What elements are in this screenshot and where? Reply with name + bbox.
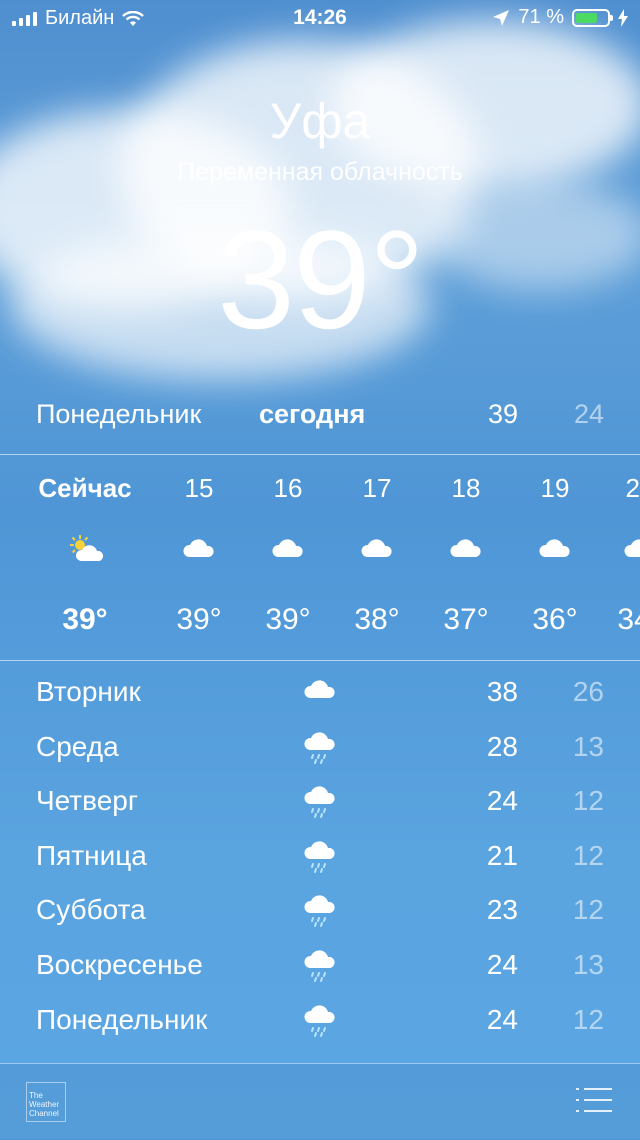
hourly-temperature: 39°: [62, 603, 108, 636]
hourly-temperature: 38°: [354, 603, 400, 636]
list-icon[interactable]: [576, 1086, 612, 1114]
day-high: 38: [486, 676, 518, 707]
day-low: 26: [572, 676, 604, 707]
cloud-icon: [180, 533, 218, 563]
hourly-time: 17: [362, 473, 392, 503]
day-low: 13: [572, 730, 604, 762]
day-name: Вторник: [36, 676, 141, 707]
day-name: Пятница: [36, 839, 147, 871]
location-arrow-icon: [493, 9, 510, 26]
hourly-forecast[interactable]: Сейчас39°1539°1639°1738°1837°1936°2034°: [0, 455, 640, 661]
weather-condition: Переменная облачность: [177, 158, 463, 186]
day-high: 23: [486, 894, 518, 926]
day-low: 12: [572, 839, 604, 871]
today-high: 39: [487, 399, 518, 429]
cloud-icon: [447, 533, 485, 563]
rain-cloud-icon: [301, 892, 339, 928]
hourly-time: 16: [273, 473, 303, 503]
daily-row: Вторник 38 26: [0, 668, 640, 723]
footer-toolbar: The Weather Channel: [0, 1063, 640, 1140]
city-name: Уфа: [269, 93, 371, 149]
hourly-temperature: 39°: [176, 603, 222, 636]
daily-row: Понедельник 24 12: [0, 996, 640, 1051]
hourly-time: 15: [184, 473, 214, 503]
day-high: 24: [486, 948, 518, 980]
daily-row: Четверг 24 12: [0, 777, 640, 832]
hourly-time: 18: [451, 473, 481, 503]
daily-row: Пятница 21 12: [0, 832, 640, 887]
cloud-icon: [358, 533, 396, 563]
day-high: 24: [486, 785, 518, 817]
day-low: 13: [572, 948, 604, 980]
day-name: Четверг: [36, 785, 139, 817]
status-bar: Билайн 14:26 71 %: [0, 0, 640, 36]
day-low: 12: [572, 1003, 604, 1035]
today-label: сегодня: [259, 399, 366, 429]
day-low: 12: [572, 894, 604, 926]
rain-cloud-icon: [301, 1002, 339, 1038]
day-low: 12: [572, 785, 604, 817]
day-name: Понедельник: [36, 1003, 208, 1035]
today-low: 24: [573, 399, 604, 429]
hourly-temperature: 39°: [265, 603, 311, 636]
day-high: 21: [486, 839, 518, 871]
weather-channel-logo[interactable]: The Weather Channel: [26, 1082, 66, 1122]
cloud-icon: [536, 533, 574, 563]
rain-cloud-icon: [301, 729, 339, 765]
hourly-time: Сейчас: [38, 473, 132, 503]
hourly-time: 20: [625, 473, 640, 503]
rain-cloud-icon: [301, 947, 339, 983]
rain-cloud-icon: [301, 838, 339, 874]
charging-bolt-icon: [618, 8, 628, 27]
day-name: Среда: [36, 730, 119, 762]
daily-row: Воскресенье 24 13: [0, 941, 640, 996]
daily-row: Среда 28 13: [0, 723, 640, 778]
daily-forecast: Вторник 38 26 Среда 28 13 Четверг 24 12 Пятница 21…: [0, 668, 640, 1050]
partly-sunny-icon: [66, 533, 104, 563]
day-name: Суббота: [36, 894, 146, 926]
today-day: Понедельник: [36, 399, 202, 429]
today-summary: Понедельник сегодня 39 24: [0, 388, 640, 455]
hourly-temperature: 37°: [443, 603, 489, 636]
battery-percent: 71 %: [518, 6, 564, 28]
day-high: 28: [486, 730, 518, 762]
day-name: Воскресенье: [36, 948, 203, 980]
cloud-icon: [621, 533, 640, 563]
cloud-icon: [269, 533, 307, 563]
battery-icon: [572, 8, 613, 27]
daily-row: Суббота 23 12: [0, 886, 640, 941]
rain-cloud-icon: [301, 783, 339, 819]
cloud-icon: [301, 674, 339, 710]
current-temperature: 39°: [217, 201, 425, 358]
hourly-temperature: 34°: [617, 603, 640, 636]
day-high: 24: [486, 1003, 518, 1035]
